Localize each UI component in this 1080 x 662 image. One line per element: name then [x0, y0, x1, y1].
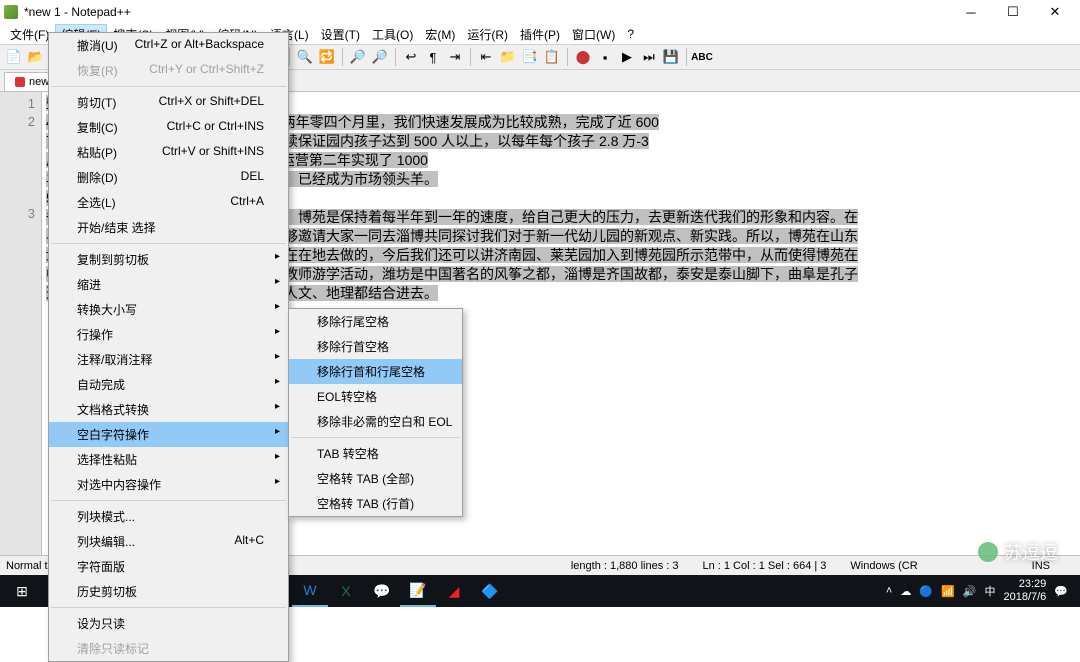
new-icon[interactable]: 📄 [4, 47, 24, 67]
edit-dropdown: 撤消(U)Ctrl+Z or Alt+Backspace 恢复(R)Ctrl+Y… [48, 32, 289, 662]
menu-cut[interactable]: 剪切(T)Ctrl+X or Shift+DEL [49, 90, 288, 115]
menu-run[interactable]: 运行(R) [461, 24, 514, 45]
docmap-icon[interactable]: 📑 [520, 47, 540, 67]
savemacro-icon[interactable]: 💾 [661, 47, 681, 67]
indent-icon[interactable]: ⇥ [445, 47, 465, 67]
menu-delete[interactable]: 删除(D)DEL [49, 165, 288, 190]
menu-redo[interactable]: 恢复(R)Ctrl+Y or Ctrl+Shift+Z [49, 58, 288, 83]
line-num: 3 [0, 205, 35, 223]
app-icon[interactable]: 🔷 [472, 575, 508, 607]
status-pos: Ln : 1 Col : 1 Sel : 664 | 3 [702, 560, 826, 572]
menu-coleditor[interactable]: 列块编辑...Alt+C [49, 529, 288, 554]
menu-window[interactable]: 窗口(W) [566, 24, 621, 45]
tray-volume-icon[interactable]: 🔊 [963, 585, 977, 598]
submenu-trimboth[interactable]: 移除行首和行尾空格 [289, 359, 462, 384]
submenu-trimlead[interactable]: 移除行首空格 [289, 334, 462, 359]
menu-tools[interactable]: 工具(O) [366, 24, 419, 45]
zoomout-icon[interactable]: 🔎 [370, 47, 390, 67]
status-encoding: Windows (CR [850, 560, 917, 572]
tray-security-icon[interactable]: 🔵 [919, 585, 933, 598]
funclist-icon[interactable]: 📋 [542, 47, 562, 67]
modified-dot-icon [15, 77, 25, 87]
menu-copy[interactable]: 复制(C)Ctrl+C or Ctrl+INS [49, 115, 288, 140]
playrep-icon[interactable]: ⏭ [639, 47, 659, 67]
status-ins: INS [1032, 560, 1050, 572]
menu-indent[interactable]: 缩进▸ [49, 272, 288, 297]
menu-plugins[interactable]: 插件(P) [514, 24, 566, 45]
separator [470, 48, 471, 66]
spellcheck-icon[interactable]: ABC [692, 47, 712, 67]
menu-copyclip[interactable]: 复制到剪切板▸ [49, 247, 288, 272]
play-icon[interactable]: ▶ [617, 47, 637, 67]
blankops-submenu: 移除行尾空格 移除行首空格 移除行首和行尾空格 EOL转空格 移除非必需的空白和… [288, 308, 463, 517]
submenu-space2tablead[interactable]: 空格转 TAB (行首) [289, 491, 462, 516]
excel-icon[interactable]: X [328, 575, 364, 607]
status-length: length : 1,880 lines : 3 [571, 560, 679, 572]
menu-cliphist[interactable]: 历史剪切板 [49, 579, 288, 604]
tray-clock[interactable]: 23:29 2018/7/6 [1003, 578, 1046, 604]
close-button[interactable]: ✕ [1034, 0, 1076, 24]
menu-case[interactable]: 转换大小写▸ [49, 297, 288, 322]
submenu-removeunnec[interactable]: 移除非必需的空白和 EOL [289, 409, 462, 434]
menu-charpanel[interactable]: 字符面版 [49, 554, 288, 579]
separator [395, 48, 396, 66]
separator [567, 48, 568, 66]
menu-readonly[interactable]: 设为只读 [49, 611, 288, 636]
wechat-icon[interactable]: 💬 [364, 575, 400, 607]
menu-settings[interactable]: 设置(T) [315, 24, 366, 45]
open-icon[interactable]: 📂 [26, 47, 46, 67]
separator [342, 48, 343, 66]
menu-paste[interactable]: 粘贴(P)Ctrl+V or Shift+INS [49, 140, 288, 165]
showall-icon[interactable]: ¶ [423, 47, 443, 67]
systray: ˄ ☁ 🔵 📶 🔊 中 23:29 2018/7/6 💬 [886, 578, 1076, 604]
titlebar: *new 1 - Notepad++ ─ ☐ ✕ [0, 0, 1080, 24]
menu-selops[interactable]: 对选中内容操作▸ [49, 472, 288, 497]
submenu-eol2space[interactable]: EOL转空格 [289, 384, 462, 409]
replace-icon[interactable]: 🔁 [317, 47, 337, 67]
menu-undo[interactable]: 撤消(U)Ctrl+Z or Alt+Backspace [49, 33, 288, 58]
stop-icon[interactable]: ▪ [595, 47, 615, 67]
menu-lineops[interactable]: 行操作▸ [49, 322, 288, 347]
tray-ime-icon[interactable]: 中 [984, 583, 995, 599]
submenu-trimtrail[interactable]: 移除行尾空格 [289, 309, 462, 334]
menu-selectall[interactable]: 全选(L)Ctrl+A [49, 190, 288, 215]
menu-pastespecial[interactable]: 选择性粘贴▸ [49, 447, 288, 472]
menu-colmode[interactable]: 列块模式... [49, 504, 288, 529]
word-icon[interactable]: W [292, 575, 328, 607]
folder-icon[interactable]: 📁 [498, 47, 518, 67]
submenu-space2taball[interactable]: 空格转 TAB (全部) [289, 466, 462, 491]
notepadpp-icon[interactable]: 📝 [400, 575, 436, 607]
app-icon [4, 5, 18, 19]
menu-macro[interactable]: 宏(M) [419, 24, 461, 45]
menu-eolconv[interactable]: 文档格式转换▸ [49, 397, 288, 422]
record-icon[interactable]: ⬤ [573, 47, 593, 67]
minimize-button[interactable]: ─ [950, 0, 992, 24]
separator [686, 48, 687, 66]
find-icon[interactable]: 🔍 [295, 47, 315, 67]
menu-blankops[interactable]: 空白字符操作▸ [49, 422, 288, 447]
window-title: *new 1 - Notepad++ [24, 5, 950, 19]
maximize-button[interactable]: ☐ [992, 0, 1034, 24]
line-num: 2 [0, 113, 35, 131]
window-buttons: ─ ☐ ✕ [950, 0, 1076, 24]
tray-sync-icon[interactable]: ☁ [900, 585, 911, 598]
menu-comment[interactable]: 注释/取消注释▸ [49, 347, 288, 372]
reindent-icon[interactable]: ⇤ [476, 47, 496, 67]
tray-notifications-icon[interactable]: 💬 [1054, 585, 1068, 598]
line-gutter: 1 2 3 [0, 92, 42, 573]
submenu-tab2space[interactable]: TAB 转空格 [289, 441, 462, 466]
menu-beginend[interactable]: 开始/结束 选择 [49, 215, 288, 240]
wordwrap-icon[interactable]: ↩ [401, 47, 421, 67]
acrobat-icon[interactable]: ◢ [436, 575, 472, 607]
tray-network-icon[interactable]: 📶 [941, 585, 955, 598]
start-icon[interactable]: ⊞ [4, 575, 40, 607]
tray-up-icon[interactable]: ˄ [886, 585, 892, 597]
line-num: 1 [0, 95, 35, 113]
menu-autocomp[interactable]: 自动完成▸ [49, 372, 288, 397]
menu-help[interactable]: ? [621, 25, 640, 43]
zoomin-icon[interactable]: 🔎 [348, 47, 368, 67]
menu-clearro[interactable]: 清除只读标记 [49, 636, 288, 661]
separator [289, 48, 290, 66]
